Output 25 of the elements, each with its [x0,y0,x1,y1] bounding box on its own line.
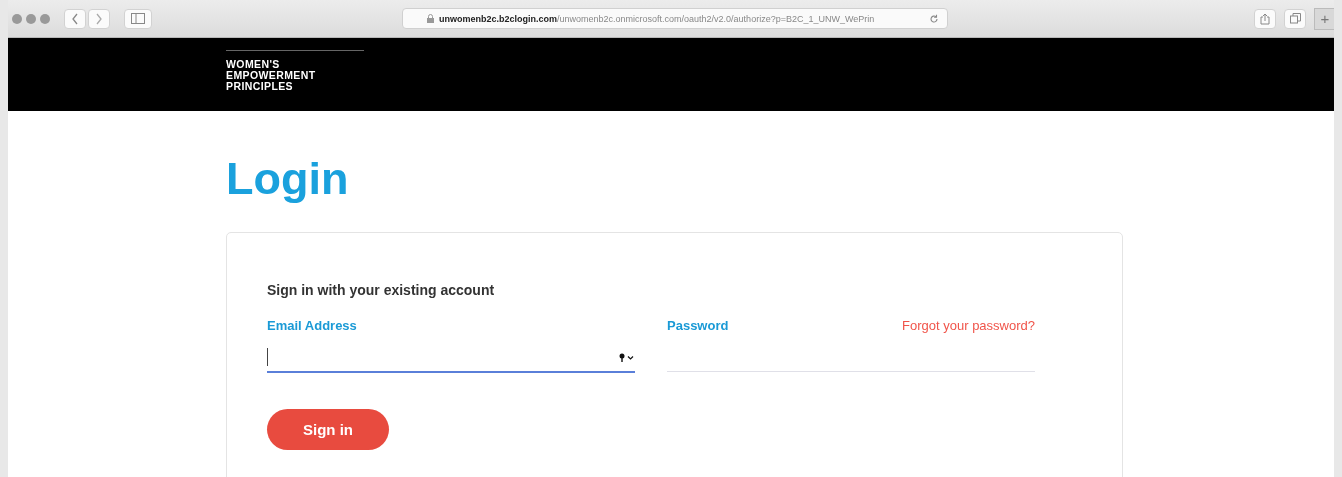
share-icon [1260,12,1270,25]
tabs-icon [1289,13,1301,24]
lock-icon [427,14,434,23]
forward-button[interactable] [88,8,110,29]
field-label: Email Address [267,318,357,333]
sidebar-button[interactable] [124,8,152,29]
sidebar-icon [131,13,145,24]
page-title: Login [226,153,349,205]
form-heading: Sign in with your existing account [267,282,495,298]
sign-in-button[interactable]: Sign in [267,409,389,450]
window-controls-icon[interactable] [12,13,50,24]
back-button[interactable] [64,8,86,29]
tabs-button[interactable] [1284,8,1306,29]
logo-text[interactable]: WOMEN'S [226,59,280,70]
chevron-left-icon [71,12,79,25]
field-label: Password [667,318,729,333]
logo-text[interactable]: EMPOWERMENT [226,70,316,81]
share-button[interactable] [1254,8,1276,29]
address-bar[interactable]: unwomenb2c.b2clogin.com/unwomenb2c.onmicrosoft.com/oauth2/v2.0/authorize?p=B2C_1_UNW_WePrin [402,8,948,29]
chevron-right-icon [95,12,103,25]
url-text: unwomenb2c.b2clogin.com/unwomenb2c.onmicrosoft.com/oauth2/v2.0/authorize?p=B2C_1_UNW_WePrin [439,13,876,24]
key-icon[interactable] [619,352,635,362]
reload-icon[interactable] [929,13,939,24]
logo-text[interactable]: PRINCIPLES [226,81,293,92]
forgot-password-link[interactable]: Forgot your password? [902,318,1035,333]
